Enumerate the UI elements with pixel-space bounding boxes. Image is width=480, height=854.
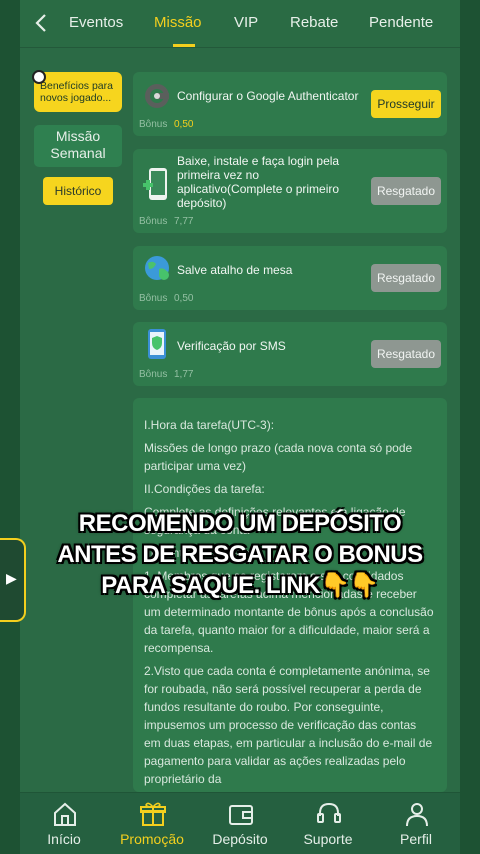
rules-heading-conditions: II.Condições da tarefa: bbox=[144, 482, 265, 496]
home-icon bbox=[52, 801, 78, 827]
claimed-button[interactable]: Resgatado bbox=[371, 340, 441, 368]
headset-icon bbox=[316, 801, 342, 827]
weekly-mission-item[interactable]: Missão Semanal bbox=[34, 125, 122, 167]
nav-promocao[interactable]: Promoção bbox=[108, 793, 196, 854]
phone-download-icon bbox=[143, 167, 171, 200]
tab-eventos[interactable]: Eventos bbox=[69, 14, 123, 31]
promo-badge-label: Benefícios para novos jogado... bbox=[40, 80, 113, 104]
task-title: Configurar o Google Authenticator bbox=[177, 89, 359, 103]
bonus-label: Bônus bbox=[139, 369, 168, 380]
history-button[interactable]: Histórico bbox=[43, 177, 113, 205]
claimed-button[interactable]: Resgatado bbox=[371, 264, 441, 292]
task-title: Verificação por SMS bbox=[177, 339, 286, 353]
bonus-value: 0,50 bbox=[174, 119, 194, 130]
task-card-desktop-shortcut: Salve atalho de mesa Bônus 0,50 Resgatad… bbox=[133, 246, 447, 310]
proceed-button[interactable]: Prosseguir bbox=[371, 90, 441, 118]
bonus-label: Bônus bbox=[139, 293, 168, 304]
tab-pendente[interactable]: Pendente bbox=[369, 14, 433, 31]
task-card-google-auth: Configurar o Google Authenticator Bônus … bbox=[133, 72, 447, 136]
back-arrow-icon[interactable] bbox=[32, 12, 52, 34]
nav-label: Depósito bbox=[212, 831, 268, 847]
google-authenticator-icon bbox=[143, 82, 171, 110]
nav-perfil[interactable]: Perfil bbox=[372, 793, 460, 854]
soccer-ball-icon bbox=[32, 70, 46, 84]
nav-inicio[interactable]: Início bbox=[20, 793, 108, 854]
task-title: Baixe, instale e faça login pela primeir… bbox=[177, 154, 340, 210]
tab-vip[interactable]: VIP bbox=[234, 14, 258, 31]
rules-text: 2.Visto que cada conta é completamente a… bbox=[144, 664, 433, 786]
rules-heading-time: I.Hora da tarefa(UTC-3): bbox=[144, 418, 275, 432]
bonus-label: Bônus bbox=[139, 216, 168, 227]
video-caption-overlay: RECOMENDO UM DEPÓSITO ANTES DE RESGATAR … bbox=[57, 510, 423, 599]
bonus-value: 1,77 bbox=[174, 369, 194, 380]
wallet-icon bbox=[228, 801, 254, 827]
nav-label: Início bbox=[47, 831, 81, 847]
bonus-value: 0,50 bbox=[174, 293, 194, 304]
tab-missao[interactable]: Missão bbox=[154, 14, 202, 31]
nav-suporte[interactable]: Suporte bbox=[284, 793, 372, 854]
new-player-benefits-badge[interactable]: Benefícios para novos jogado... bbox=[32, 70, 122, 112]
rules-text: Missões de longo prazo (cada nova conta … bbox=[144, 441, 413, 473]
phone-shield-icon bbox=[143, 328, 171, 359]
nav-deposito[interactable]: Depósito bbox=[196, 793, 284, 854]
nav-label: Suporte bbox=[303, 831, 353, 847]
gift-icon bbox=[140, 801, 166, 827]
top-nav: Eventos Missão VIP Rebate Pendente bbox=[20, 0, 460, 48]
bonus-label: Bônus bbox=[139, 119, 168, 130]
nav-label: Perfil bbox=[400, 831, 432, 847]
claimed-button[interactable]: Resgatado bbox=[371, 177, 441, 205]
task-card-app-install: Baixe, instale e faça login pela primeir… bbox=[133, 149, 447, 233]
tab-rebate[interactable]: Rebate bbox=[290, 14, 338, 31]
bonus-value: 7,77 bbox=[174, 216, 194, 227]
right-bezel bbox=[460, 0, 480, 854]
user-icon bbox=[404, 801, 430, 827]
bottom-nav: Início Promoção Depósito Suporte Perfil bbox=[20, 792, 460, 854]
app-frame: Eventos Missão VIP Rebate Pendente Benef… bbox=[20, 0, 460, 854]
task-title: Salve atalho de mesa bbox=[177, 263, 293, 277]
weekly-mission-label: Missão Semanal bbox=[50, 128, 106, 161]
active-tab-indicator bbox=[173, 44, 195, 47]
left-bezel bbox=[0, 0, 20, 854]
side-play-button[interactable]: ▶ bbox=[0, 538, 26, 622]
nav-label: Promoção bbox=[120, 831, 184, 847]
play-icon: ▶ bbox=[6, 570, 17, 586]
globe-icon bbox=[143, 254, 171, 282]
task-card-sms-verification: Verificação por SMS Bônus 1,77 Resgatado bbox=[133, 322, 447, 386]
